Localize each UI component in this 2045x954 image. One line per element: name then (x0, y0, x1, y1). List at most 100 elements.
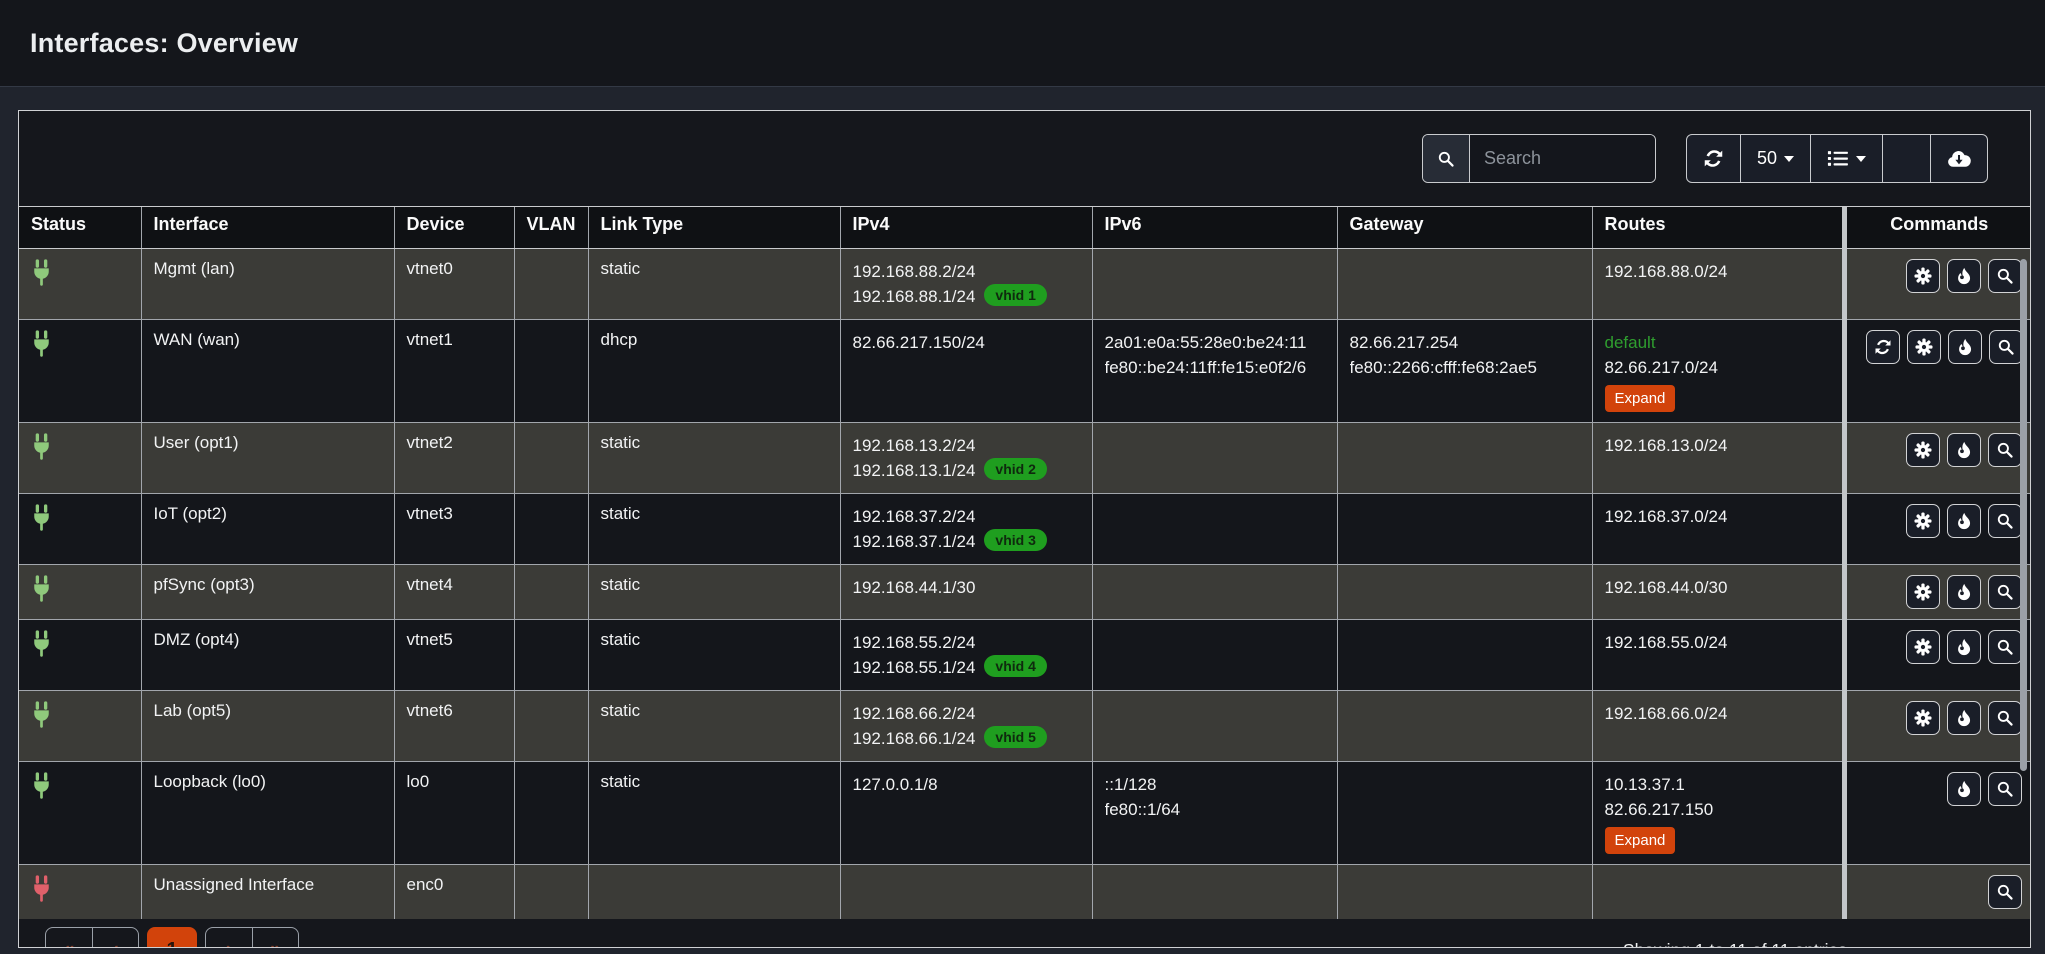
firewall-button[interactable] (1947, 433, 1981, 467)
vlan-cell (514, 248, 588, 319)
ipv6-cell: 2a01:e0a:55:28e0:be24:11fe80::be24:11ff:… (1092, 319, 1337, 422)
pagination-next-button[interactable]: › (206, 928, 252, 949)
device-cell: vtnet3 (394, 493, 514, 564)
status-down-icon (31, 875, 52, 904)
column-header-vlan[interactable]: VLAN (514, 207, 588, 248)
ipv4-cell: 192.168.66.2/24192.168.66.1/24vhid 5 (840, 690, 1092, 761)
search-button[interactable] (1988, 259, 2022, 293)
vhid-badge: vhid 1 (984, 284, 1046, 306)
refresh-button[interactable] (1687, 135, 1740, 182)
device-cell: vtnet5 (394, 619, 514, 690)
toolbar-button-group: 50 (1686, 134, 1988, 183)
gateway-cell (1337, 761, 1592, 864)
column-header-ipv4[interactable]: IPv4 (840, 207, 1092, 248)
commands-cell (1844, 864, 2031, 919)
gateway-cell (1337, 248, 1592, 319)
column-header-interface[interactable]: Interface (141, 207, 394, 248)
firewall-button[interactable] (1947, 575, 1981, 609)
reload-button[interactable] (1866, 330, 1900, 364)
firewall-button[interactable] (1947, 772, 1981, 806)
interface-cell: User (opt1) (141, 422, 394, 493)
search-button[interactable] (1988, 701, 2022, 735)
expand-routes-button[interactable]: Expand (1605, 385, 1676, 412)
firewall-button[interactable] (1947, 701, 1981, 735)
interface-cell: Lab (opt5) (141, 690, 394, 761)
settings-button[interactable] (1906, 630, 1940, 664)
pagination-prev-button[interactable]: ‹ (92, 928, 138, 949)
columns-dropdown[interactable] (1810, 135, 1882, 182)
expand-routes-button[interactable]: Expand (1605, 827, 1676, 854)
device-cell: vtnet1 (394, 319, 514, 422)
ipv6-cell (1092, 422, 1337, 493)
column-header-status[interactable]: Status (19, 207, 141, 248)
device-cell: enc0 (394, 864, 514, 919)
table-toolbar: 50 (19, 111, 2030, 206)
pagination-first-button[interactable]: « (46, 928, 92, 949)
link-type-cell (588, 864, 840, 919)
export-button[interactable] (1930, 135, 1987, 182)
search-button[interactable] (1988, 875, 2022, 909)
pagination: « ‹ 1 › » (45, 927, 299, 949)
search-input[interactable] (1470, 135, 1655, 182)
pagination-last-button[interactable]: » (252, 928, 298, 949)
link-type-cell: static (588, 564, 840, 619)
search-button[interactable] (1988, 433, 2022, 467)
search-icon (1996, 267, 2014, 285)
search-button[interactable] (1988, 504, 2022, 538)
link-type-cell: dhcp (588, 319, 840, 422)
firewall-button[interactable] (1947, 504, 1981, 538)
settings-button[interactable] (1906, 504, 1940, 538)
vlan-cell (514, 319, 588, 422)
column-header-routes[interactable]: Routes (1592, 207, 1844, 248)
search-icon-button[interactable] (1423, 135, 1470, 182)
firewall-button[interactable] (1948, 330, 1982, 364)
column-header-ipv6[interactable]: IPv6 (1092, 207, 1337, 248)
gateway-cell (1337, 864, 1592, 919)
settings-icon (1914, 638, 1932, 656)
settings-button[interactable] (1906, 575, 1940, 609)
status-up-icon (31, 330, 52, 359)
firewall-icon (1955, 780, 1973, 798)
vlan-cell (514, 864, 588, 919)
settings-button[interactable] (1906, 433, 1940, 467)
firewall-icon (1955, 709, 1973, 727)
ipv6-cell (1092, 619, 1337, 690)
status-cell (19, 690, 141, 761)
firewall-icon (1955, 267, 1973, 285)
search-icon (1996, 883, 2014, 901)
settings-button[interactable] (1906, 259, 1940, 293)
page-title: Interfaces: Overview (30, 28, 298, 59)
search-button[interactable] (1988, 630, 2022, 664)
settings-icon (1914, 441, 1932, 459)
firewall-button[interactable] (1947, 630, 1981, 664)
page-size-dropdown[interactable]: 50 (1740, 135, 1810, 182)
settings-button[interactable] (1907, 330, 1941, 364)
column-header-gateway[interactable]: Gateway (1337, 207, 1592, 248)
table-row: Lab (opt5) vtnet6 static 192.168.66.2/24… (19, 690, 2031, 761)
status-cell (19, 619, 141, 690)
pagination-page-1-button[interactable]: 1 (147, 927, 197, 949)
interface-cell: DMZ (opt4) (141, 619, 394, 690)
device-cell: lo0 (394, 761, 514, 864)
search-icon (1997, 338, 2015, 356)
commands-cell (1844, 319, 2031, 422)
routes-cell: 10.13.37.182.66.217.150Expand (1592, 761, 1844, 864)
vlan-cell (514, 564, 588, 619)
search-button[interactable] (1988, 575, 2022, 609)
commands-cell (1844, 619, 2031, 690)
toggle-view-button[interactable] (1882, 135, 1930, 182)
column-header-link-type[interactable]: Link Type (588, 207, 840, 248)
firewall-button[interactable] (1947, 259, 1981, 293)
table-row: IoT (opt2) vtnet3 static 192.168.37.2/24… (19, 493, 2031, 564)
gateway-cell (1337, 564, 1592, 619)
search-button[interactable] (1988, 772, 2022, 806)
gateway-cell (1337, 619, 1592, 690)
table-scrollbar-thumb[interactable] (2020, 259, 2027, 771)
settings-button[interactable] (1906, 701, 1940, 735)
vlan-cell (514, 619, 588, 690)
search-icon (1996, 583, 2014, 601)
table-row: pfSync (opt3) vtnet4 static 192.168.44.1… (19, 564, 2031, 619)
routes-cell: 192.168.55.0/24 (1592, 619, 1844, 690)
column-header-device[interactable]: Device (394, 207, 514, 248)
search-button[interactable] (1989, 330, 2023, 364)
